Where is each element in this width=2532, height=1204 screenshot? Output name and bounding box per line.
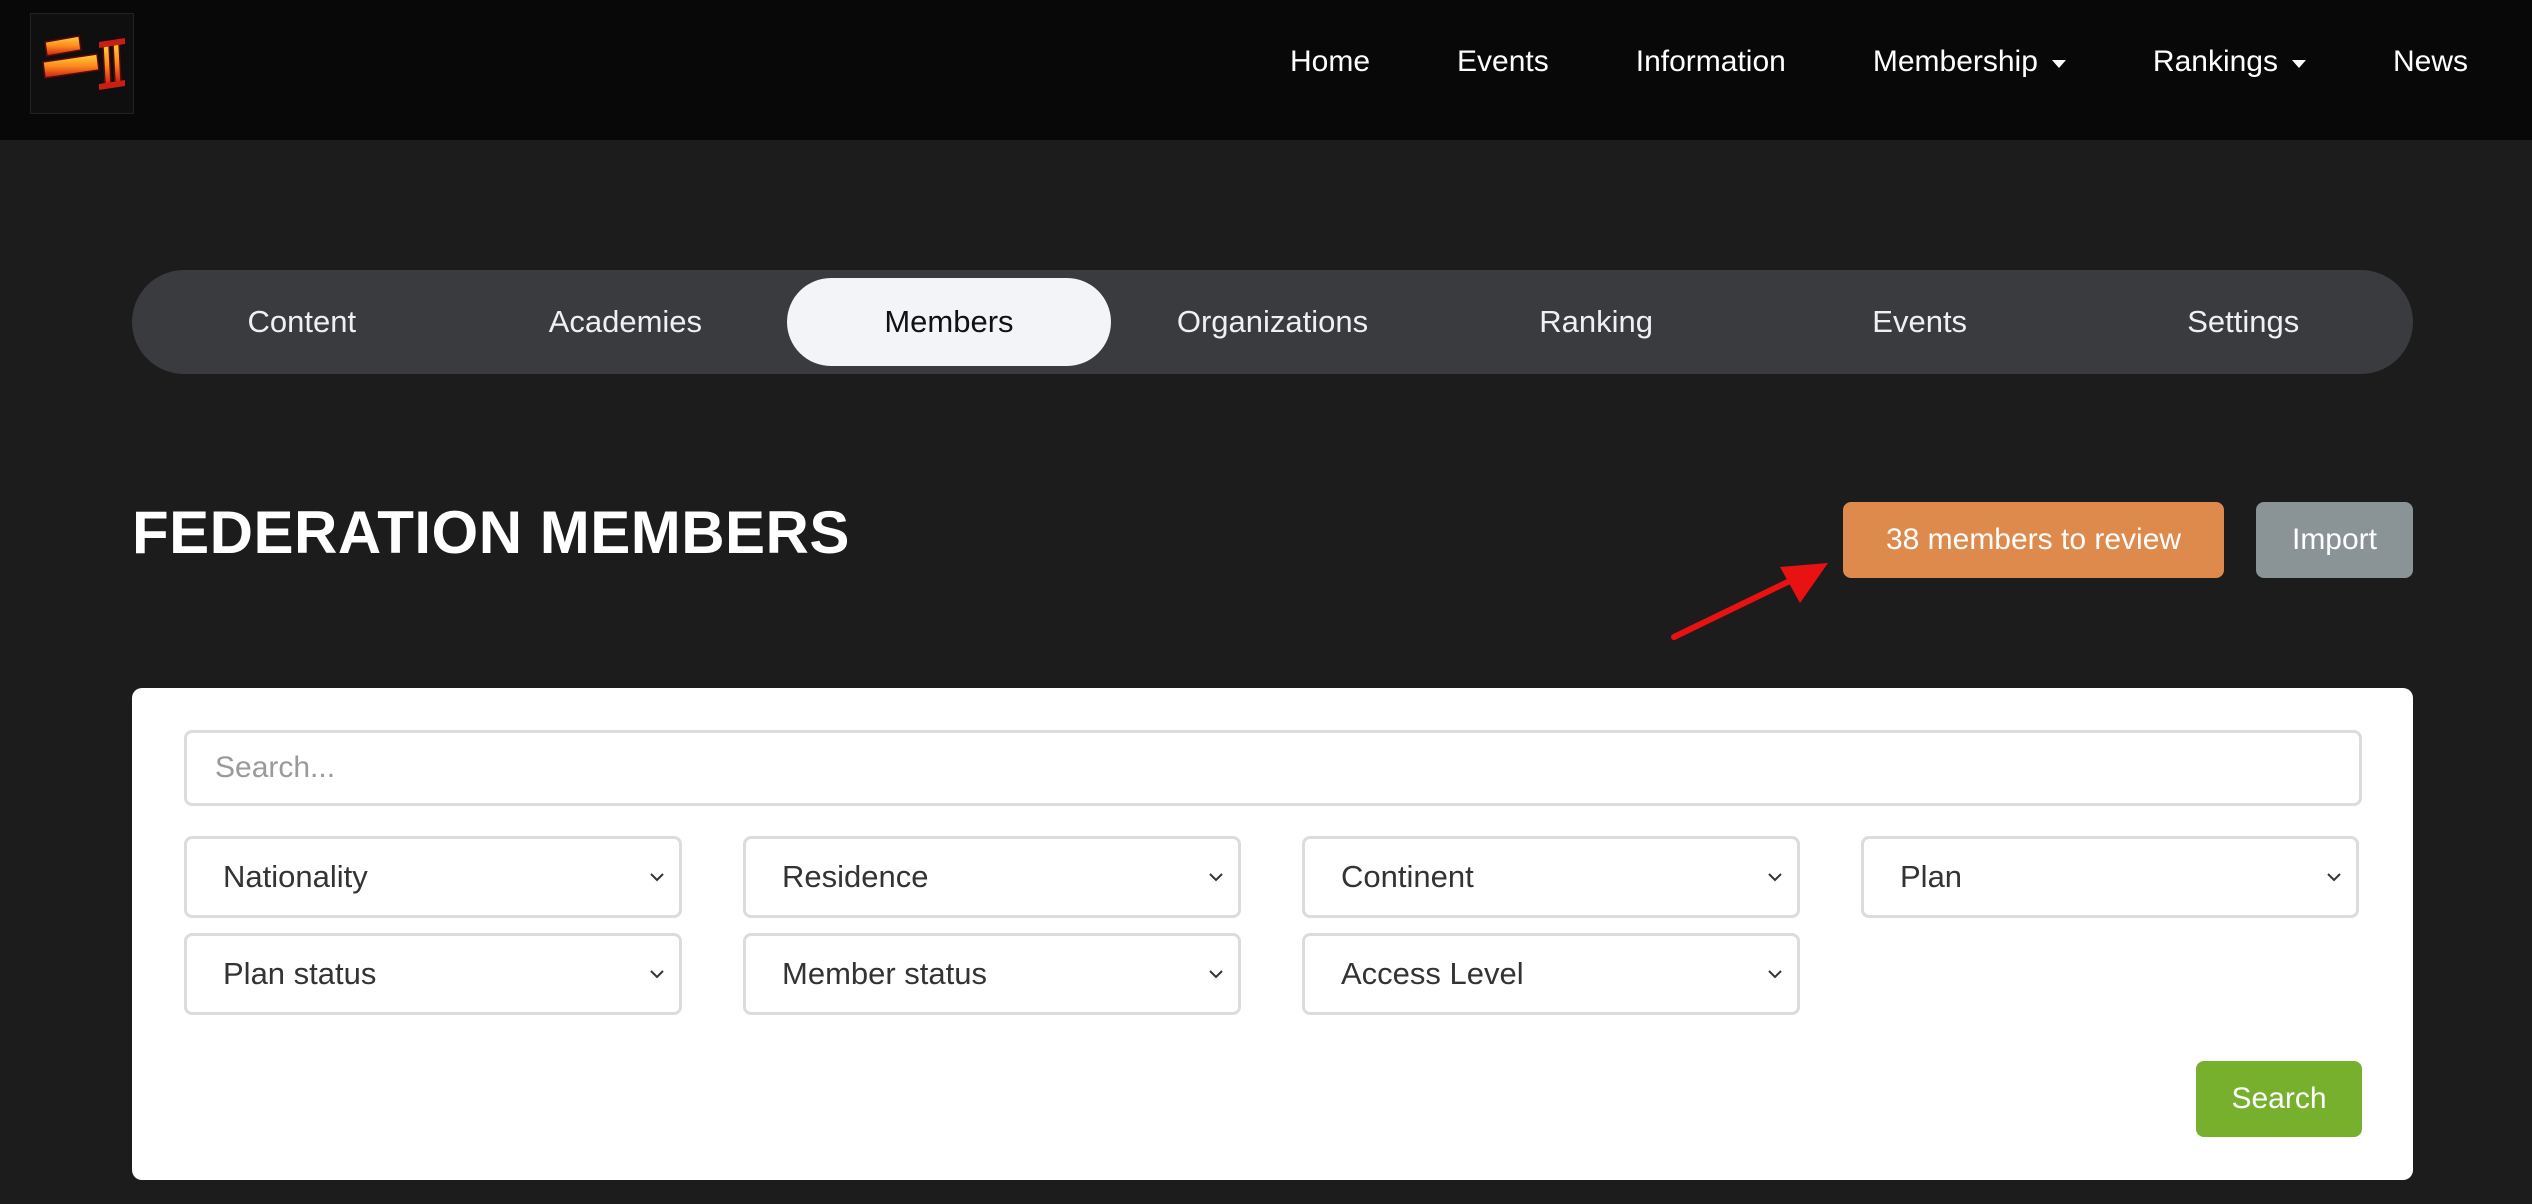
admin-tabs: Content Academies Members Organizations … bbox=[132, 270, 2413, 374]
tab-members[interactable]: Members bbox=[787, 278, 1111, 366]
nav-home-link[interactable]: Home bbox=[1290, 45, 1370, 79]
tab-organizations[interactable]: Organizations bbox=[1111, 278, 1435, 366]
access-level-select-value: Access Level bbox=[1341, 956, 1524, 991]
chevron-down-icon bbox=[650, 970, 664, 979]
chevron-down-icon bbox=[1209, 970, 1223, 979]
tab-academies[interactable]: Academies bbox=[464, 278, 788, 366]
chevron-down-icon bbox=[1768, 873, 1782, 882]
plan-select-value: Plan bbox=[1900, 859, 1963, 894]
residence-select-value: Residence bbox=[782, 859, 929, 894]
continent-select[interactable]: Continent bbox=[1302, 836, 1800, 918]
member-status-select[interactable]: Member status bbox=[743, 933, 1241, 1015]
nav-news-label: News bbox=[2392, 45, 2468, 78]
search-input[interactable] bbox=[184, 730, 2362, 806]
annotation-arrow-icon bbox=[1671, 563, 1828, 640]
chevron-down-icon bbox=[1768, 970, 1782, 979]
access-level-select[interactable]: Access Level bbox=[1302, 933, 1800, 1015]
search-button[interactable]: Search bbox=[2196, 1061, 2362, 1137]
nav-events-label: Events bbox=[1457, 45, 1549, 78]
plan-select[interactable]: Plan bbox=[1861, 836, 2359, 918]
nationality-select-value: Nationality bbox=[223, 859, 368, 894]
plan-status-select[interactable]: Plan status bbox=[184, 933, 682, 1015]
page: Home Events Information Membership Ranki… bbox=[0, 0, 2532, 1204]
chevron-down-icon bbox=[1209, 873, 1223, 882]
nationality-select[interactable]: Nationality bbox=[184, 836, 682, 918]
nav-information-label: Information bbox=[1635, 45, 1786, 78]
tab-events[interactable]: Events bbox=[1758, 278, 2082, 366]
nav-rankings-dropdown[interactable]: Rankings bbox=[2153, 45, 2306, 79]
main-nav: Home Events Information Membership Ranki… bbox=[1290, 0, 2468, 124]
nav-membership-dropdown[interactable]: Membership bbox=[1873, 45, 2066, 79]
tab-settings[interactable]: Settings bbox=[2081, 278, 2405, 366]
nav-home-label: Home bbox=[1290, 45, 1371, 78]
nav-news-link[interactable]: News bbox=[2393, 45, 2468, 79]
street-fighter-logo-icon bbox=[42, 34, 125, 90]
tab-content[interactable]: Content bbox=[140, 278, 464, 366]
nav-events-link[interactable]: Events bbox=[1457, 45, 1549, 79]
import-button[interactable]: Import bbox=[2256, 502, 2413, 578]
residence-select[interactable]: Residence bbox=[743, 836, 1241, 918]
site-logo[interactable] bbox=[30, 13, 134, 114]
page-title: FEDERATION MEMBERS bbox=[132, 499, 850, 566]
plan-status-select-value: Plan status bbox=[223, 956, 377, 991]
filter-card: Nationality Residence Continent Plan Pla… bbox=[132, 688, 2413, 1180]
nav-rankings-label: Rankings bbox=[2152, 45, 2278, 78]
caret-down-icon bbox=[2291, 60, 2306, 68]
nav-membership-label: Membership bbox=[1872, 45, 2038, 78]
top-navbar: Home Events Information Membership Ranki… bbox=[0, 0, 2532, 140]
chevron-down-icon bbox=[2327, 873, 2341, 882]
member-status-select-value: Member status bbox=[782, 956, 988, 991]
members-to-review-button[interactable]: 38 members to review bbox=[1843, 502, 2224, 578]
chevron-down-icon bbox=[650, 873, 664, 882]
nav-information-link[interactable]: Information bbox=[1636, 45, 1786, 79]
tab-ranking[interactable]: Ranking bbox=[1434, 278, 1758, 366]
caret-down-icon bbox=[2051, 60, 2066, 68]
continent-select-value: Continent bbox=[1341, 859, 1474, 894]
